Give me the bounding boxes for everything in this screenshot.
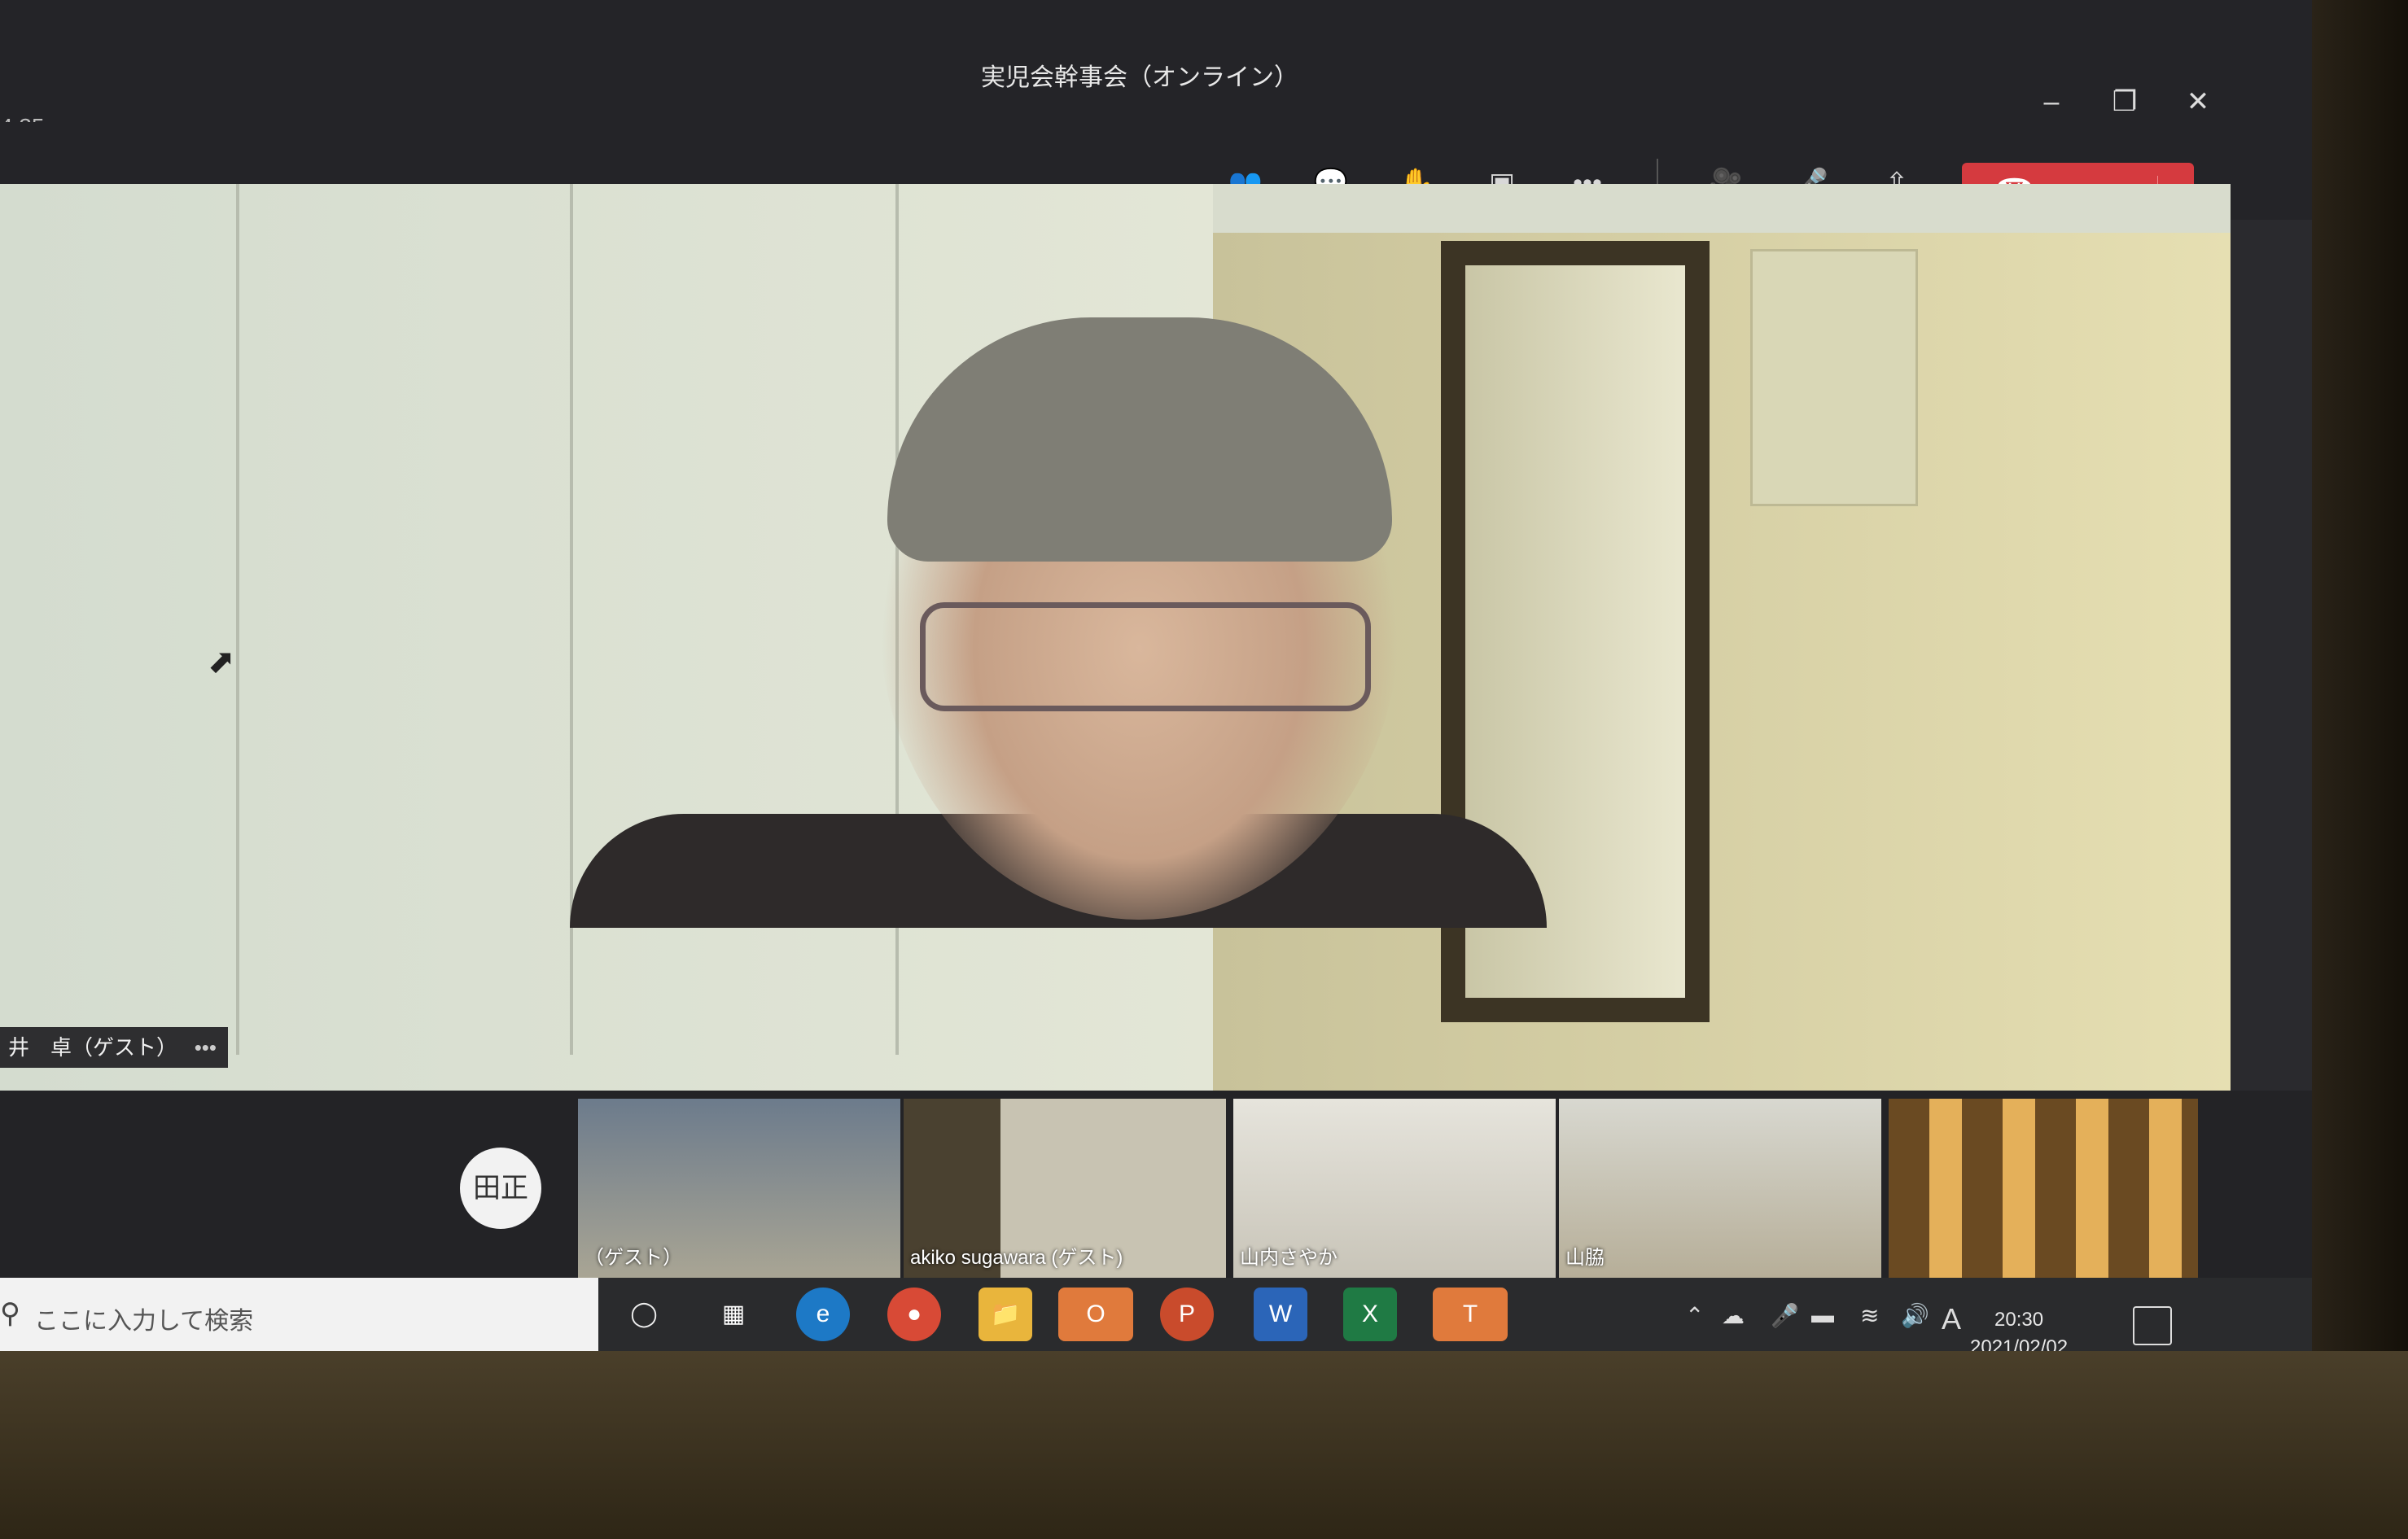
- monitor-bezel: [2312, 0, 2408, 1539]
- edge-icon[interactable]: e: [796, 1288, 850, 1341]
- cabinet-edge: [236, 184, 239, 1055]
- participant-tile[interactable]: 山脇: [1559, 1099, 1881, 1278]
- system-clock[interactable]: 20:30 2021/02/02: [1970, 1306, 2068, 1351]
- network-icon[interactable]: ≋: [1860, 1302, 1879, 1329]
- notification-icon[interactable]: [2133, 1306, 2172, 1345]
- teams-icon[interactable]: T: [1433, 1288, 1508, 1341]
- monitor-bezel-bottom: [0, 1351, 2408, 1539]
- cortana-icon[interactable]: ◯: [617, 1288, 671, 1341]
- clock-date: 2021/02/02: [1970, 1336, 2069, 1351]
- mouse-cursor-icon: ⬈: [208, 644, 235, 680]
- onedrive-icon[interactable]: ☁: [1722, 1302, 1745, 1329]
- participant-tile[interactable]: （ゲスト）: [578, 1099, 900, 1278]
- clock-time: 20:30: [1994, 1309, 2044, 1331]
- mic-icon[interactable]: 🎤: [1771, 1302, 1799, 1329]
- participant-tile[interactable]: akiko sugawara (ゲスト): [904, 1099, 1226, 1278]
- window-title: 実児会幹事会（オンライン）: [981, 64, 1298, 91]
- outlook-icon[interactable]: O: [1058, 1288, 1133, 1341]
- search-placeholder: ここに入力して検索: [34, 1308, 254, 1335]
- powerpoint-icon[interactable]: P: [1160, 1288, 1214, 1341]
- battery-icon[interactable]: ▬: [1811, 1302, 1834, 1328]
- excel-icon[interactable]: X: [1343, 1288, 1397, 1341]
- file-explorer-icon[interactable]: 📁: [979, 1288, 1032, 1341]
- wall-poster: [1750, 249, 1918, 506]
- ime-indicator[interactable]: A: [1942, 1302, 1961, 1336]
- more-icon[interactable]: •••: [195, 1027, 217, 1068]
- word-icon[interactable]: W: [1254, 1288, 1307, 1341]
- participant-name: 山脇: [1565, 1247, 1605, 1269]
- avatar[interactable]: 田正: [460, 1148, 541, 1229]
- participant-tile[interactable]: 山内さやか: [1233, 1099, 1556, 1278]
- chevron-up-icon[interactable]: ⌃: [1685, 1302, 1704, 1329]
- search-icon: ⚲: [0, 1298, 20, 1329]
- restore-button[interactable]: ❐: [2100, 81, 2149, 122]
- participant-name: （ゲスト）: [584, 1247, 682, 1269]
- participant-name: 山内さやか: [1240, 1247, 1338, 1269]
- task-view-icon[interactable]: ▦: [707, 1288, 760, 1341]
- volume-icon[interactable]: 🔊: [1901, 1302, 1929, 1329]
- participant-name-tag[interactable]: 井 卓（ゲスト） •••: [0, 1027, 228, 1068]
- chrome-icon[interactable]: ●: [887, 1288, 941, 1341]
- speaker-glasses: [920, 602, 1371, 711]
- participant-name: akiko sugawara (ゲスト): [910, 1247, 1123, 1269]
- search-box[interactable]: ⚲ ここに入力して検索: [0, 1278, 598, 1351]
- participant-tile[interactable]: [1889, 1099, 2198, 1278]
- close-button[interactable]: ✕: [2174, 81, 2222, 122]
- screen: 実児会幹事会（オンライン） 4:35 – ❐ ✕ 👥 💬 ✋ ▣ ••• 🎥 🎤…: [0, 0, 2312, 1351]
- participant-name: 井 卓（ゲスト）: [8, 1035, 178, 1060]
- minimize-button[interactable]: –: [2027, 81, 2076, 122]
